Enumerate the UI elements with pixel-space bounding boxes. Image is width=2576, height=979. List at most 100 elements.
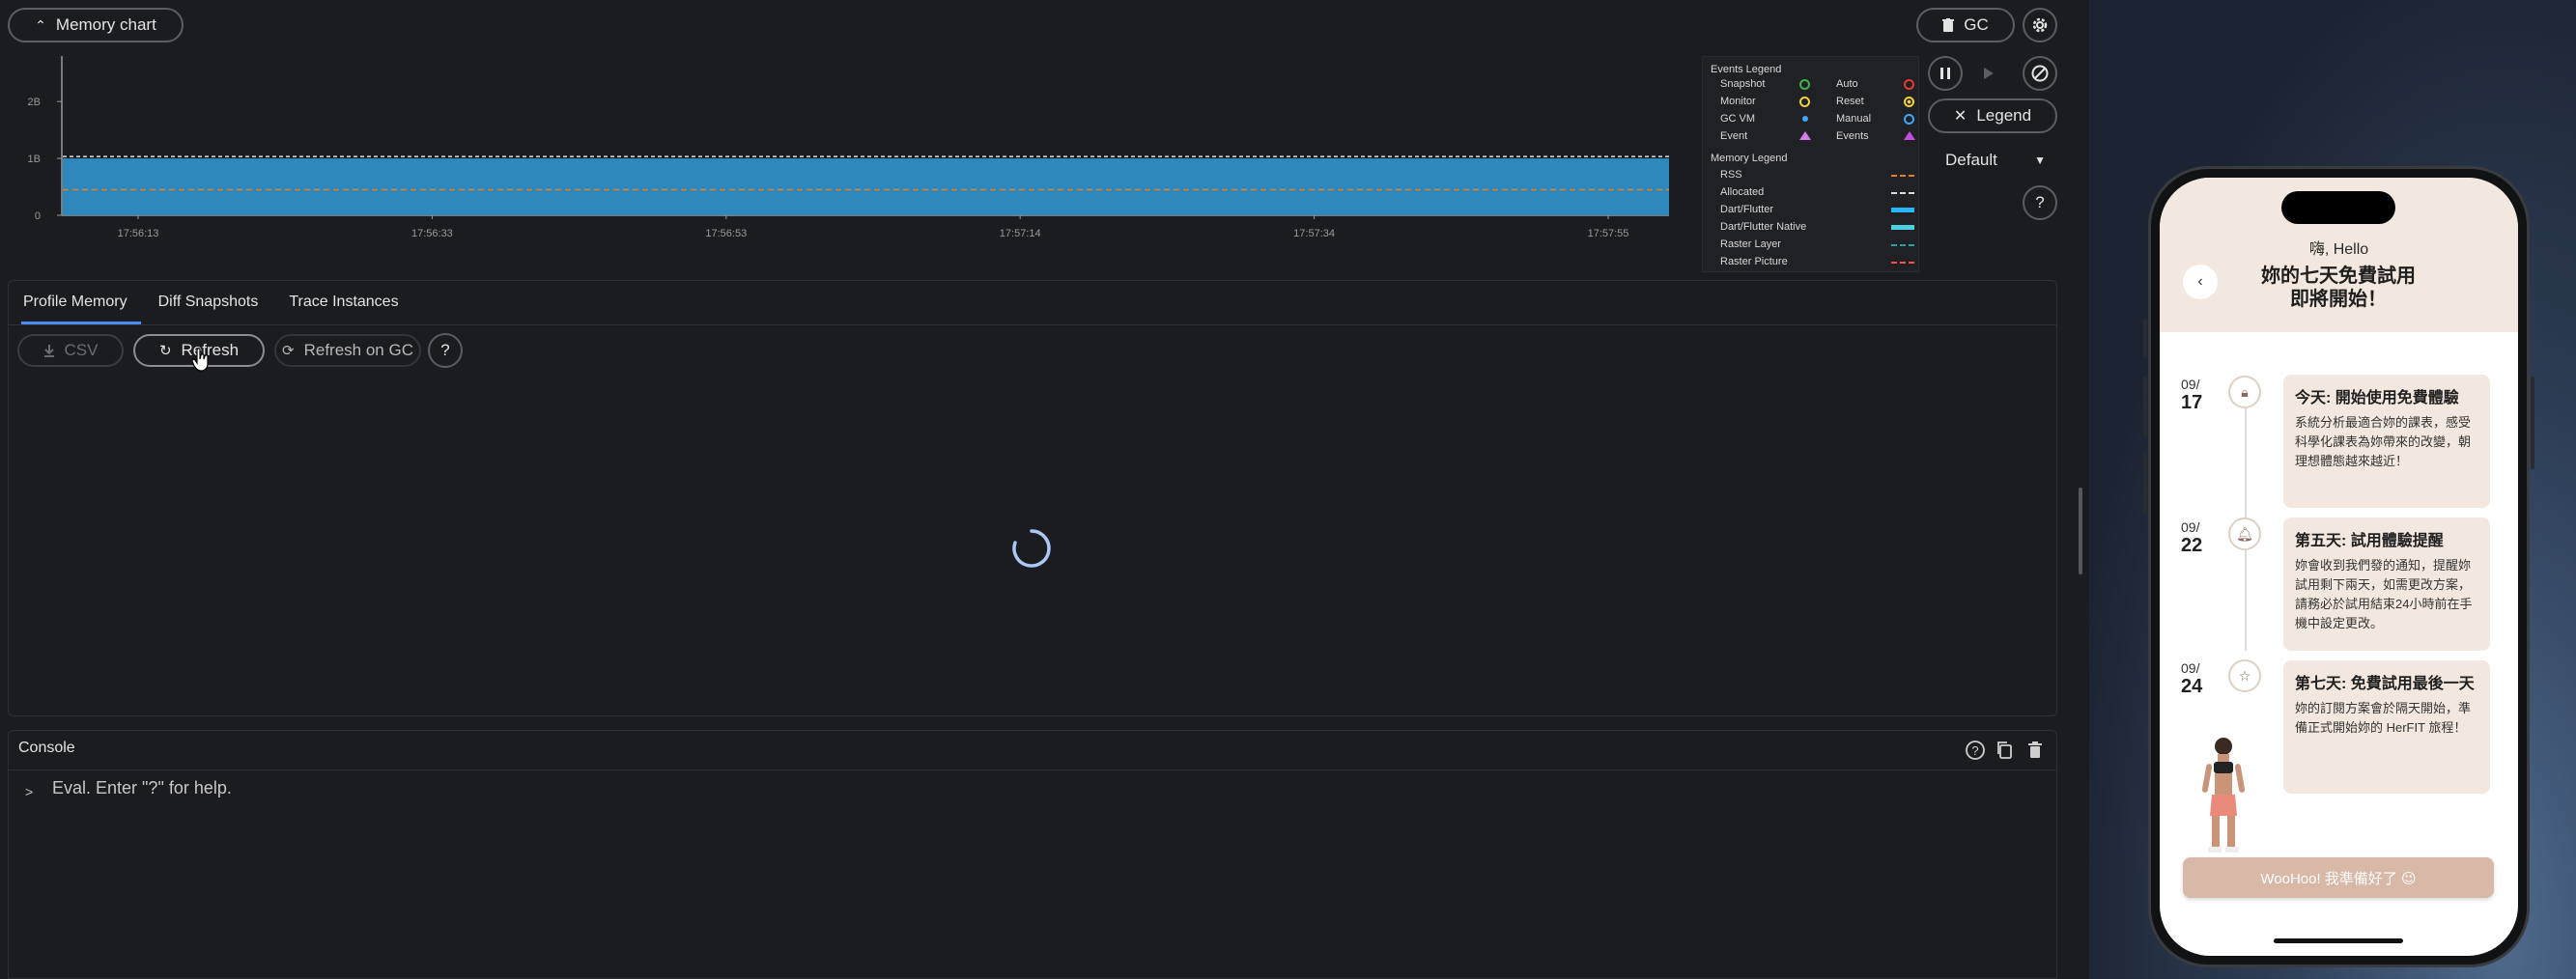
gear-icon bbox=[2032, 17, 2048, 33]
event-legend-marker bbox=[1799, 131, 1811, 140]
legend-button-label: Legend bbox=[1976, 106, 2032, 125]
splitter-handle[interactable] bbox=[2079, 488, 2082, 574]
timeline-card-title: 今天: 開始使用免費體驗 bbox=[2295, 390, 2459, 406]
gc-button-label: GC bbox=[1964, 15, 1989, 34]
settings-button[interactable] bbox=[2023, 8, 2057, 42]
csv-button[interactable]: CSV bbox=[17, 334, 124, 367]
y-tick-label: 1B bbox=[28, 154, 41, 165]
event-legend-marker bbox=[1904, 79, 1914, 90]
memory-chart-toggle-button[interactable]: ⌃ Memory chart bbox=[8, 8, 184, 42]
trial-heading: 妳的七天免費試用 即將開始！ bbox=[2218, 265, 2459, 311]
x-tick-label: 17:56:33 bbox=[411, 228, 453, 239]
memory-legend-title: Memory Legend bbox=[1711, 153, 1788, 164]
phone-side-button bbox=[2143, 454, 2147, 514]
chevron-left-icon: ‹ bbox=[2197, 273, 2203, 290]
resume-button[interactable] bbox=[1970, 56, 2005, 91]
trash-icon bbox=[2028, 741, 2042, 758]
timeline-day: 24 bbox=[2181, 676, 2203, 697]
timeline-card-body: 系統分析最適合妳的課表，感受科學化課表為妳帶來的改變，朝理想體態越來越近！ bbox=[2295, 415, 2472, 468]
tab-bar: Profile Memory Diff Snapshots Trace Inst… bbox=[8, 280, 414, 324]
event-legend-marker bbox=[1799, 97, 1810, 107]
memory-legend-swatch bbox=[1891, 244, 1914, 246]
timeline-month: 09/ bbox=[2181, 519, 2200, 535]
memory-legend-label: RSS bbox=[1720, 169, 1742, 181]
csv-button-label: CSV bbox=[64, 341, 99, 359]
timeline-card: 今天: 開始使用免費體驗 系統分析最適合妳的課表，感受科學化課表為妳帶來的改變，… bbox=[2283, 375, 2490, 508]
x-tick-label: 17:56:53 bbox=[705, 228, 747, 239]
greeting-text: 嗨, Hello bbox=[2308, 241, 2369, 258]
event-legend-marker bbox=[1799, 79, 1810, 90]
memory-legend-label: Raster Picture bbox=[1720, 256, 1788, 267]
clear-button[interactable] bbox=[2023, 56, 2057, 91]
timeline-day: 22 bbox=[2181, 535, 2203, 556]
timeline-card-body: 妳的訂閱方案會於隔天開始，準備正式開始妳的 HerFIT 旅程！ bbox=[2295, 701, 2472, 735]
phone-side-button bbox=[2143, 377, 2147, 436]
x-tick-label: 17:57:34 bbox=[1293, 228, 1335, 239]
back-button[interactable]: ‹ bbox=[2183, 265, 2218, 299]
trash-icon bbox=[1942, 18, 1955, 32]
chart-mode-select[interactable]: Default ▼ bbox=[1932, 143, 2055, 178]
trial-heading-line1: 妳的七天免費試用 bbox=[2261, 266, 2416, 287]
chevron-up-icon: ⌃ bbox=[35, 16, 46, 33]
copy-button[interactable] bbox=[1993, 738, 2018, 763]
event-legend-label: Manual bbox=[1836, 113, 1872, 125]
console-title: Console bbox=[18, 740, 75, 756]
memory-legend-swatch bbox=[1891, 192, 1914, 194]
refresh-on-gc-button[interactable]: ⟳ Refresh on GC bbox=[274, 334, 421, 367]
memory-chart-toggle-label: Memory chart bbox=[55, 15, 156, 34]
memory-legend-label: Dart/Flutter bbox=[1720, 204, 1774, 215]
lock-icon: 🔒︎ bbox=[2228, 376, 2261, 408]
help-icon: ? bbox=[1966, 741, 1985, 760]
tabs-divider bbox=[8, 324, 2057, 325]
tab-diff-snapshots[interactable]: Diff Snapshots bbox=[143, 280, 274, 324]
start-trial-button[interactable]: WooHoo! 我準備好了 😉 bbox=[2183, 857, 2494, 898]
loading-spinner bbox=[1012, 529, 1051, 568]
pause-button[interactable] bbox=[1928, 56, 1963, 91]
y-tick-label: 2B bbox=[28, 97, 41, 108]
gc-button[interactable]: GC bbox=[1916, 8, 2015, 42]
event-legend-marker bbox=[1904, 97, 1914, 107]
dynamic-island bbox=[2281, 191, 2395, 224]
timeline-card-body: 妳會收到我們發的通知，提醒妳試用剩下兩天，如需更改方案，請務必於試用結束24小時… bbox=[2295, 558, 2473, 630]
phone-side-button bbox=[2143, 319, 2147, 357]
x-tick-label: 17:57:55 bbox=[1588, 228, 1629, 239]
console-help-button[interactable]: ? bbox=[1963, 738, 1988, 763]
memory-legend-swatch bbox=[1891, 208, 1914, 212]
event-legend-marker bbox=[1904, 114, 1914, 125]
tab-profile-memory[interactable]: Profile Memory bbox=[8, 280, 143, 324]
memory-legend-label: Dart/Flutter Native bbox=[1720, 221, 1807, 233]
memory-chart: 0 1B 2B 17:56:13 17:56:33 17:56:53 17:57:14 17… bbox=[28, 56, 1669, 239]
console-prompt: > bbox=[25, 784, 34, 799]
event-legend-marker bbox=[1904, 131, 1915, 140]
legend-button[interactable]: ✕ Legend bbox=[1928, 98, 2057, 133]
chart-legend: Events Legend Snapshot Auto Monitor Reset GC… bbox=[1702, 56, 1919, 272]
memory-legend-label: Allocated bbox=[1720, 186, 1765, 198]
event-legend-label: Reset bbox=[1836, 96, 1864, 107]
events-legend-title: Events Legend bbox=[1711, 64, 1782, 75]
x-tick-label: 17:56:13 bbox=[118, 228, 159, 239]
bell-icon: 🔔︎ bbox=[2228, 517, 2261, 550]
fitness-model-illustration bbox=[2201, 738, 2246, 853]
play-icon bbox=[1984, 68, 1994, 79]
chart-help-button[interactable]: ? bbox=[2023, 185, 2057, 220]
help-icon: ? bbox=[440, 341, 450, 359]
refresh-icon: ↻ bbox=[158, 343, 172, 359]
clear-console-button[interactable] bbox=[2023, 738, 2048, 763]
event-legend-label: Event bbox=[1720, 130, 1748, 142]
close-icon: ✕ bbox=[1953, 108, 1967, 125]
memory-legend-swatch bbox=[1891, 225, 1914, 230]
console-input[interactable]: Eval. Enter "?" for help. bbox=[52, 778, 232, 798]
event-legend-label: GC VM bbox=[1720, 113, 1756, 125]
refresh-on-gc-label: Refresh on GC bbox=[303, 341, 413, 359]
memory-legend-swatch bbox=[1891, 175, 1914, 177]
x-tick-label: 17:57:14 bbox=[1000, 228, 1041, 239]
dart-flutter-area bbox=[63, 158, 1669, 215]
star-icon: ☆ bbox=[2228, 659, 2261, 692]
event-legend-label: Snapshot bbox=[1720, 78, 1766, 90]
tab-trace-instances[interactable]: Trace Instances bbox=[273, 280, 413, 324]
pause-icon bbox=[1940, 68, 1950, 79]
svg-text:?: ? bbox=[1971, 743, 1978, 758]
profile-help-button[interactable]: ? bbox=[428, 333, 463, 368]
timeline-month: 09/ bbox=[2181, 377, 2200, 392]
dropdown-arrow-icon: ▼ bbox=[2034, 154, 2046, 167]
